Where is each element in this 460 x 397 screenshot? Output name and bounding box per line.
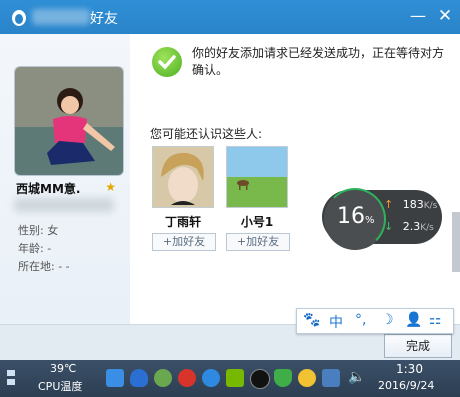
video-player-icon[interactable] <box>202 369 220 387</box>
main-panel: 你的好友添加请求已经发送成功，正在等待对方确认。 您可能还认识这些人: 丁雨轩 … <box>130 34 460 324</box>
success-message: 你的好友添加请求已经发送成功，正在等待对方确认。 <box>192 46 445 77</box>
close-button[interactable]: ✕ <box>435 6 455 26</box>
gender-value: 女 <box>47 224 59 237</box>
network-tray-icon[interactable] <box>322 369 340 387</box>
ime-paw-icon[interactable]: 🐾 <box>303 312 320 328</box>
gender-row: 性别: 女 <box>18 222 58 238</box>
age-row: 年龄: - <box>18 240 51 256</box>
done-button[interactable]: 完成 <box>384 334 452 358</box>
add-friend-button[interactable]: +加好友 <box>226 233 290 251</box>
download-arrow-icon: ↓ <box>384 220 394 233</box>
add-friend-button[interactable]: +加好友 <box>152 233 216 251</box>
upload-arrow-icon: ↑ <box>384 198 394 211</box>
success-check-icon <box>152 47 182 77</box>
ime-chinese-mode[interactable]: 中 <box>329 312 343 332</box>
bird-app-icon[interactable] <box>154 369 172 387</box>
star-icon: ★ <box>105 180 116 194</box>
suggestion-card: 小号1 +加好友 <box>226 146 290 251</box>
qq-penguin-icon <box>12 10 26 26</box>
security-shield-icon[interactable] <box>274 369 292 387</box>
minimize-button[interactable]: — <box>408 6 428 26</box>
netease-music-icon[interactable] <box>178 369 196 387</box>
clock-date[interactable]: 2016/9/24 <box>378 379 434 392</box>
profile-panel: 西城MM意. ★ 性别: 女 年龄: - 所在地: - - <box>0 34 130 324</box>
location-row: 所在地: - - <box>18 258 70 274</box>
taskbar: 39℃ CPU温度 🔈 1:30 2016/9/24 <box>0 360 460 397</box>
scrollbar-thumb[interactable] <box>452 212 460 272</box>
suggestion-photo[interactable] <box>226 146 288 208</box>
ime-grid-icon[interactable]: ⚏ <box>429 312 442 328</box>
tray-plus-icon[interactable] <box>298 369 316 387</box>
might-know-heading: 您可能还认识这些人: <box>150 127 263 141</box>
cpu-percent: 16% <box>337 204 375 229</box>
cpu-temperature: 39℃ <box>50 362 77 375</box>
suggestion-photo[interactable] <box>152 146 214 208</box>
nickname: 西城MM意. <box>16 182 81 196</box>
location-value: - - <box>58 260 70 273</box>
download-speed: ↓ 2.3K/s <box>384 220 434 233</box>
blurred-info <box>14 198 114 212</box>
nickname-row: 西城MM意. ★ <box>16 180 126 198</box>
box-app-icon[interactable] <box>106 369 124 387</box>
blurred-title-part <box>32 9 90 25</box>
upload-speed: ↑ 183K/s <box>384 198 438 211</box>
suggestion-card: 丁雨轩 +加好友 <box>152 146 216 251</box>
shield-app-icon[interactable] <box>130 369 148 387</box>
qq-tray-icon[interactable] <box>250 369 270 389</box>
suggestion-name: 丁雨轩 <box>164 215 201 229</box>
ime-moon-icon[interactable]: ☽ <box>381 312 394 328</box>
avatar <box>14 66 124 176</box>
window-title: 好友 <box>90 11 118 27</box>
title-bar: 好友 — ✕ <box>0 0 460 34</box>
start-menu-icon[interactable] <box>6 368 16 388</box>
suggestion-name: 小号1 <box>240 215 274 229</box>
ime-punctuation-icon[interactable]: °, <box>355 312 366 328</box>
nvidia-icon[interactable] <box>226 369 244 387</box>
gender-label: 性别: <box>18 224 44 237</box>
location-label: 所在地: <box>18 260 55 273</box>
cpu-temp-label: CPU温度 <box>38 380 83 393</box>
age-label: 年龄: <box>18 242 44 255</box>
network-monitor-widget[interactable]: 16% ↑ 183K/s ↓ 2.3K/s <box>322 188 442 250</box>
volume-icon[interactable]: 🔈 <box>348 369 365 385</box>
ime-user-icon[interactable]: 👤 <box>405 312 422 328</box>
clock-time[interactable]: 1:30 <box>396 362 423 376</box>
ime-toolbar: 🐾 中 °, ☽ 👤 ⚏ <box>296 308 454 334</box>
age-value: - <box>47 242 52 255</box>
